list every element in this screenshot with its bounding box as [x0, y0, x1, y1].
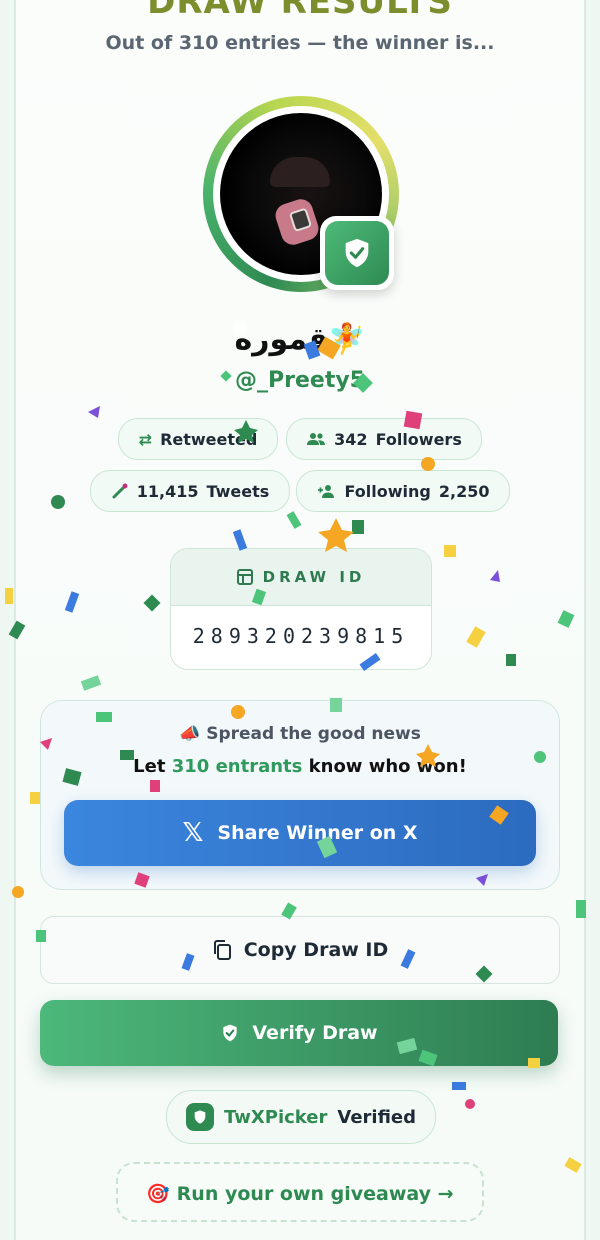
- followers-label: Followers: [375, 429, 462, 449]
- tweets-label: Tweets: [206, 481, 270, 501]
- winner-handle[interactable]: @_Preety5: [0, 368, 600, 393]
- brand-name: TwXPicker: [223, 1106, 328, 1128]
- table-icon: [236, 569, 253, 585]
- x-logo-icon: 𝕏: [182, 818, 204, 848]
- retweeted-label: Retweeted: [160, 429, 258, 449]
- brand-verified-label: Verified: [337, 1106, 417, 1128]
- person-add-icon: [317, 485, 334, 498]
- copy-button-label: Copy Draw ID: [243, 939, 389, 961]
- tweets-value: 11,415: [136, 481, 199, 501]
- shield-check-icon: [223, 1024, 238, 1042]
- page-title: DRAW RESULTS: [147, 0, 453, 22]
- share-heading: 📣 Spread the good news: [179, 724, 421, 744]
- draw-id-label: DRAW ID: [262, 568, 366, 586]
- following-value: 2,250: [438, 481, 490, 501]
- draw-id-value: 289320239815: [192, 624, 410, 648]
- shield-check-icon: [345, 238, 369, 268]
- people-icon: [307, 433, 326, 445]
- share-button-label: Share Winner on X: [217, 822, 418, 844]
- followers-pill: 342 Followers: [286, 418, 482, 460]
- verify-button-label: Verify Draw: [252, 1022, 378, 1044]
- retweet-icon: ⇄: [138, 429, 153, 449]
- copy-draw-id-button[interactable]: Copy Draw ID: [40, 916, 560, 984]
- run-own-giveaway-link[interactable]: 🎯 Run your own giveaway →: [116, 1162, 484, 1222]
- following-pill: Following 2,250: [296, 470, 510, 512]
- following-label: Following: [344, 481, 431, 501]
- verified-shield-badge: [320, 216, 394, 290]
- page-subtitle: Out of 310 entries — the winner is...: [105, 32, 495, 54]
- tweets-pill: 11,415 Tweets: [90, 470, 290, 512]
- entrants-highlight: 310 entrants: [171, 756, 303, 777]
- followers-value: 342: [334, 429, 368, 449]
- pen-icon: [112, 483, 128, 499]
- twxpicker-logo-icon: [185, 1103, 214, 1131]
- brand-verified-badge: TwXPicker Verified: [166, 1090, 436, 1144]
- winner-name: قموره🧚: [234, 322, 366, 357]
- retweeted-pill: ⇄ Retweeted: [118, 418, 278, 460]
- copy-icon: [213, 940, 231, 960]
- share-on-x-button[interactable]: 𝕏 Share Winner on X: [64, 800, 536, 866]
- verify-draw-button[interactable]: Verify Draw: [40, 1000, 558, 1066]
- draw-id-card: DRAW ID 289320239815: [170, 548, 432, 670]
- share-subtext: Let 310 entrants know who won!: [133, 756, 467, 777]
